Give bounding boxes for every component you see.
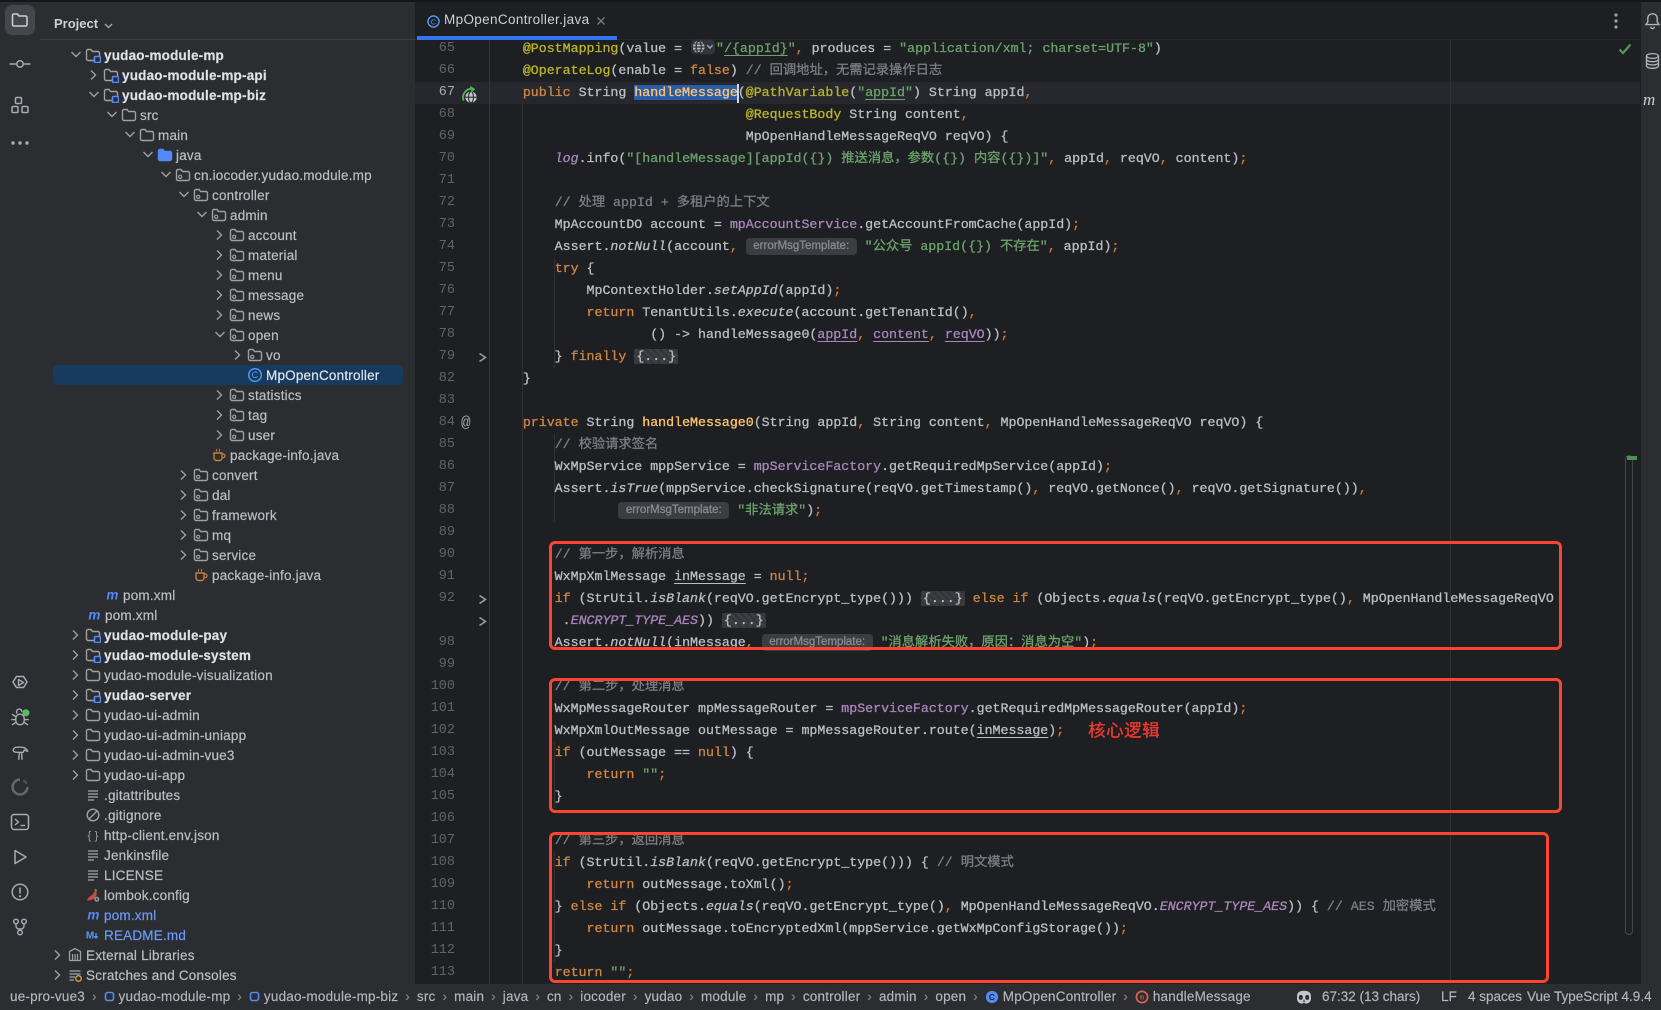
svg-text:m: m — [88, 608, 100, 623]
svg-text:m: m — [87, 908, 99, 923]
svg-text:m: m — [1140, 994, 1145, 1002]
svg-text:C: C — [252, 370, 259, 380]
svg-text:C: C — [431, 17, 437, 26]
svg-text:M: M — [86, 931, 95, 942]
svg-text:m: m — [106, 588, 118, 603]
svg-text:{ }: { } — [87, 830, 98, 842]
svg-text:C: C — [989, 991, 995, 1001]
